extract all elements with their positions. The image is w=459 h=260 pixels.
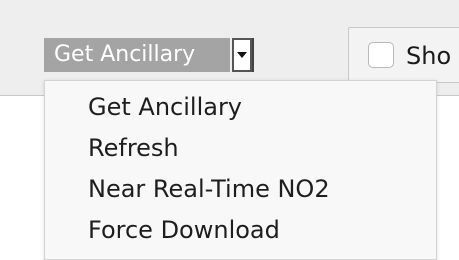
menu-item-force-download[interactable]: Force Download bbox=[88, 215, 280, 245]
ancillary-dropdown-selected-value: Get Ancillary bbox=[44, 38, 230, 72]
show-option-panel: Sho bbox=[348, 27, 459, 83]
menu-item-get-ancillary[interactable]: Get Ancillary bbox=[88, 92, 242, 122]
menu-item-refresh[interactable]: Refresh bbox=[88, 133, 179, 163]
dropdown-arrow-icon[interactable] bbox=[232, 38, 252, 72]
menu-item-near-real-time-no2[interactable]: Near Real-Time NO2 bbox=[88, 174, 330, 204]
show-checkbox-label: Sho bbox=[406, 42, 452, 70]
triangle-down-icon bbox=[237, 52, 247, 58]
show-checkbox[interactable] bbox=[368, 42, 394, 68]
ancillary-dropdown-button[interactable]: Get Ancillary bbox=[44, 38, 254, 72]
dropdown-divider bbox=[252, 38, 254, 72]
ancillary-dropdown-menu: Get Ancillary Refresh Near Real-Time NO2… bbox=[44, 80, 437, 260]
